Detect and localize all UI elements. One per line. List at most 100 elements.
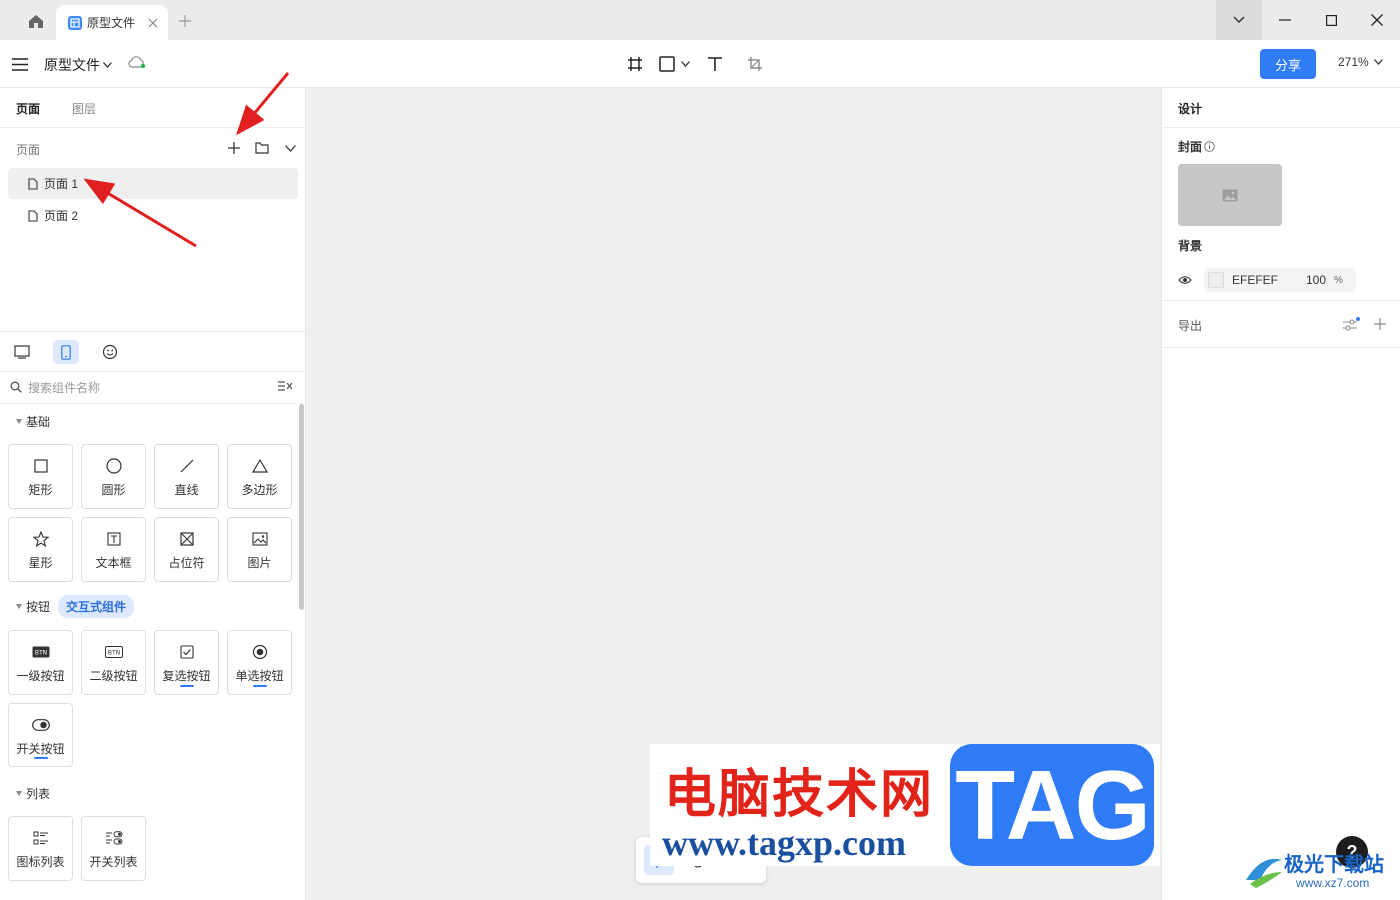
color-swatch[interactable] xyxy=(1208,272,1224,288)
background-opacity[interactable]: 100 xyxy=(1304,273,1326,287)
drawing-tools xyxy=(624,53,766,75)
info-icon[interactable] xyxy=(1204,141,1215,152)
text-tool-icon[interactable] xyxy=(704,53,726,75)
page-item-label: 页面 1 xyxy=(44,177,79,191)
background-hex[interactable]: EFEFEF xyxy=(1232,273,1304,287)
collapse-triangle-icon xyxy=(16,604,22,609)
switch-list-icon xyxy=(105,828,123,848)
component-icon-list[interactable]: 图标列表 xyxy=(8,816,73,881)
mobile-icon[interactable] xyxy=(53,340,79,364)
filter-icon[interactable] xyxy=(277,380,293,392)
component-label: 开关列表 xyxy=(89,855,138,869)
desktop-icon[interactable] xyxy=(9,340,35,364)
chevron-down-icon xyxy=(1373,59,1383,65)
opacity-unit: % xyxy=(1334,274,1343,286)
export-label: 导出 xyxy=(1178,319,1203,333)
line-icon xyxy=(180,456,194,476)
component-secondary-button[interactable]: BTN 二级按钮 xyxy=(81,630,146,695)
image-placeholder-icon xyxy=(1222,189,1238,202)
component-circle[interactable]: 圆形 xyxy=(81,444,146,509)
new-tab-icon[interactable] xyxy=(176,12,194,30)
component-textbox[interactable]: 文本框 xyxy=(81,517,146,582)
component-primary-button[interactable]: BTN 一级按钮 xyxy=(8,630,73,695)
component-image[interactable]: 图片 xyxy=(227,517,292,582)
background-row: EFEFEF 100 % xyxy=(1178,268,1378,292)
search-input[interactable] xyxy=(28,379,268,397)
watermark-cn: 电脑技术网 xyxy=(664,765,935,825)
component-search xyxy=(0,372,306,404)
section-buttons[interactable]: 按钮 交互式组件 xyxy=(16,595,135,618)
section-basic[interactable]: 基础 xyxy=(16,413,50,430)
export-controls xyxy=(1342,317,1386,331)
main-toolbar: 原型文件 分享 271% xyxy=(0,40,1400,88)
rectangle-tool-icon[interactable] xyxy=(656,53,678,75)
folder-icon[interactable] xyxy=(253,139,271,157)
file-name-label: 原型文件 xyxy=(44,57,100,73)
cover-image[interactable] xyxy=(1178,164,1282,226)
component-switch-button[interactable]: 开关按钮 xyxy=(8,703,73,767)
watermark-tag-logo: TAG xyxy=(950,744,1154,866)
component-label: 复选按钮 xyxy=(162,669,211,683)
svg-text:BTN: BTN xyxy=(34,650,46,657)
crop-tool-icon[interactable] xyxy=(744,53,766,75)
divider xyxy=(1162,127,1400,128)
component-placeholder[interactable]: 占位符 xyxy=(154,517,219,582)
component-star[interactable]: 星形 xyxy=(8,517,73,582)
add-export-icon[interactable] xyxy=(1374,318,1386,330)
interactive-badge: 交互式组件 xyxy=(58,595,135,618)
section-title: 按钮 xyxy=(26,600,51,614)
page-item[interactable]: 页面 2 xyxy=(8,200,298,231)
search-icon xyxy=(10,381,22,393)
component-polygon[interactable]: 多边形 xyxy=(227,444,292,509)
maximize-icon[interactable] xyxy=(1308,0,1354,40)
pages-heading: 页面 xyxy=(16,143,41,157)
component-rectangle[interactable]: 矩形 xyxy=(8,444,73,509)
cover-label-row: 封面 xyxy=(1178,138,1215,155)
menu-icon[interactable] xyxy=(10,54,30,74)
section-title: 列表 xyxy=(26,787,51,801)
section-lists[interactable]: 列表 xyxy=(16,785,50,802)
component-line[interactable]: 直线 xyxy=(154,444,219,509)
cloud-sync-icon[interactable] xyxy=(127,55,147,73)
minimize-icon[interactable] xyxy=(1262,0,1308,40)
home-icon[interactable] xyxy=(22,10,50,32)
shape-dropdown-icon[interactable] xyxy=(678,53,692,75)
add-page-icon[interactable] xyxy=(225,139,243,157)
textbox-icon xyxy=(106,529,121,549)
file-tab-label: 原型文件 xyxy=(87,16,136,30)
design-title: 设计 xyxy=(1178,102,1203,116)
background-color-field[interactable]: EFEFEF 100 % xyxy=(1204,268,1356,292)
close-tab-icon[interactable] xyxy=(146,16,160,30)
collapse-pages-icon[interactable] xyxy=(281,139,299,157)
rectangle-icon xyxy=(33,456,48,476)
export-settings-icon[interactable] xyxy=(1342,317,1360,331)
toggle-icon xyxy=(31,715,50,735)
component-checkbox-button[interactable]: 复选按钮 xyxy=(154,630,219,695)
btn-filled-icon: BTN xyxy=(32,642,50,662)
component-label: 星形 xyxy=(28,556,53,570)
component-label: 多边形 xyxy=(241,483,278,497)
file-tab[interactable]: 原型文件 xyxy=(56,5,168,40)
collapse-triangle-icon xyxy=(16,791,22,796)
emoji-icon[interactable] xyxy=(97,340,123,364)
scrollbar[interactable] xyxy=(299,404,304,610)
zoom-menu[interactable]: 271% xyxy=(1338,55,1383,69)
tab-list-dropdown[interactable] xyxy=(1216,0,1262,40)
component-radio-button[interactable]: 单选按钮 xyxy=(227,630,292,695)
file-name-menu[interactable]: 原型文件 xyxy=(44,55,112,75)
page-item[interactable]: 页面 1 xyxy=(8,168,298,199)
component-label: 二级按钮 xyxy=(89,669,138,683)
watermark-site2: 极光下载站 www.xz7.com xyxy=(1240,846,1400,896)
component-label: 文本框 xyxy=(95,556,132,570)
interactive-underline xyxy=(252,685,267,687)
frame-tool-icon[interactable] xyxy=(624,53,646,75)
share-button[interactable]: 分享 xyxy=(1260,49,1316,79)
site2-logo-icon xyxy=(1246,858,1282,888)
close-window-icon[interactable] xyxy=(1354,0,1400,40)
tab-pages[interactable]: 页面 xyxy=(16,100,40,117)
title-bar: 原型文件 xyxy=(0,0,1400,40)
watermark-url: www.tagxp.com xyxy=(662,823,906,863)
component-switch-list[interactable]: 开关列表 xyxy=(81,816,146,881)
eye-icon[interactable] xyxy=(1178,275,1192,285)
tab-layers[interactable]: 图层 xyxy=(72,100,96,117)
